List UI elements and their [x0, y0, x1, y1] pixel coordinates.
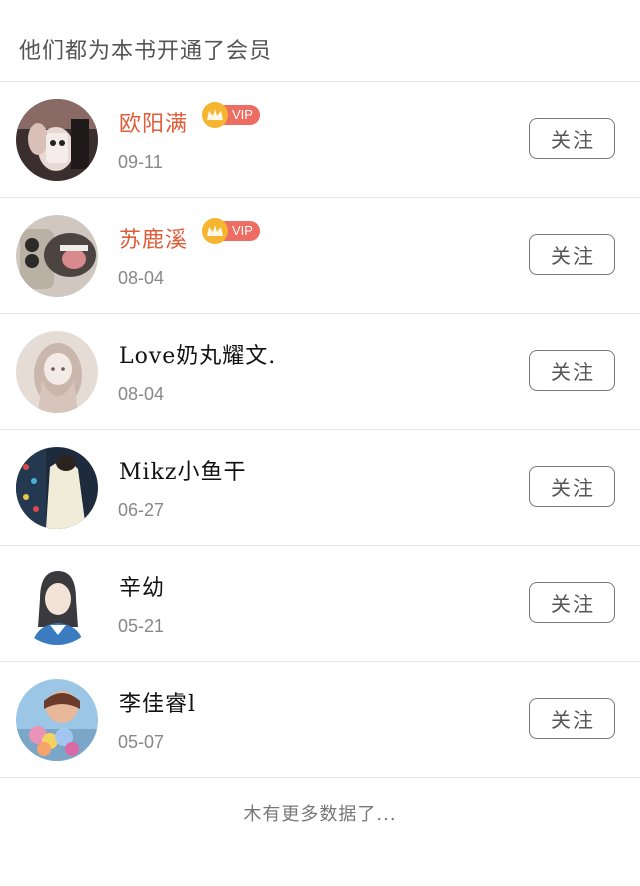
follow-button[interactable]: 关注: [529, 118, 615, 159]
list-item[interactable]: 欧阳满 VIP 09-11 关注: [0, 82, 640, 198]
page-title: 他们都为本书开通了会员: [0, 0, 640, 82]
avatar[interactable]: [16, 99, 98, 181]
member-name[interactable]: 辛幼: [119, 570, 165, 602]
list-item[interactable]: Mikz小鱼干 06-27 关注: [0, 430, 640, 546]
no-more-data-text: 木有更多数据了...: [243, 804, 397, 825]
member-list: 欧阳满 VIP 09-11 关注 苏鹿溪 VIP 08-04 关注 Love奶丸…: [0, 82, 640, 778]
member-date: 05-07: [118, 732, 165, 752]
crown-icon: [202, 218, 229, 244]
member-name[interactable]: 李佳睿l: [119, 686, 196, 718]
list-item[interactable]: Love奶丸耀文. 08-04 关注: [0, 314, 640, 430]
avatar[interactable]: [16, 331, 98, 413]
follow-button[interactable]: 关注: [529, 350, 615, 391]
member-date: 08-04: [118, 384, 165, 404]
member-name[interactable]: Love奶丸耀文.: [119, 338, 276, 370]
vip-badge: VIP: [202, 102, 260, 128]
member-date: 05-21: [118, 616, 165, 636]
avatar[interactable]: [16, 215, 98, 297]
follow-button[interactable]: 关注: [529, 466, 615, 507]
member-date: 08-04: [118, 268, 165, 288]
member-date: 09-11: [118, 152, 163, 172]
vip-badge: VIP: [202, 218, 260, 244]
avatar[interactable]: [16, 447, 98, 529]
follow-button[interactable]: 关注: [529, 582, 615, 623]
member-name[interactable]: 苏鹿溪: [119, 222, 188, 254]
crown-icon: [202, 102, 229, 128]
list-item[interactable]: 苏鹿溪 VIP 08-04 关注: [0, 198, 640, 314]
member-name[interactable]: 欧阳满: [119, 106, 188, 138]
follow-button[interactable]: 关注: [529, 698, 615, 739]
avatar[interactable]: [16, 679, 98, 761]
avatar[interactable]: [16, 563, 98, 645]
list-item[interactable]: 辛幼 05-21 关注: [0, 546, 640, 662]
list-item[interactable]: 李佳睿l 05-07 关注: [0, 662, 640, 778]
member-date: 06-27: [118, 500, 165, 520]
member-name[interactable]: Mikz小鱼干: [119, 454, 247, 486]
follow-button[interactable]: 关注: [529, 234, 615, 275]
